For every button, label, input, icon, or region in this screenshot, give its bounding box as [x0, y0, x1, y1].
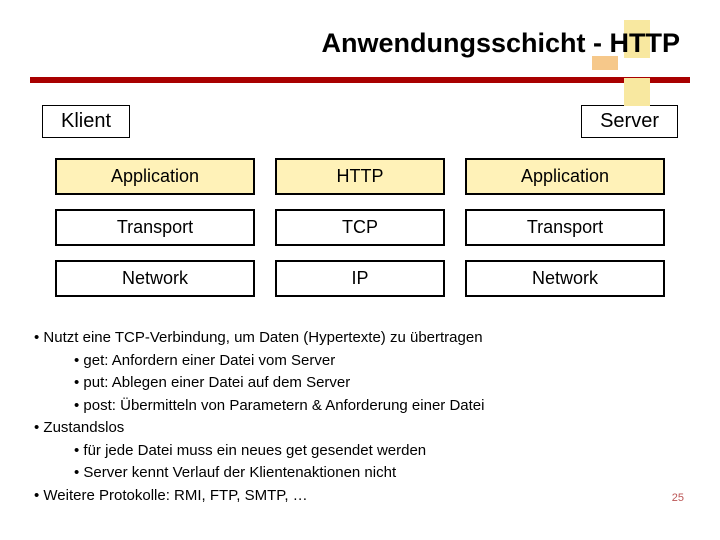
bullet: für jede Datei muss ein neues get gesend…	[74, 440, 686, 463]
cell-protocol-http: HTTP	[275, 158, 445, 195]
layer-grid: Application HTTP Application Transport T…	[55, 158, 665, 297]
bullet: post: Übermitteln von Parametern & Anfor…	[74, 395, 686, 418]
cell-server-transport: Transport	[465, 209, 665, 246]
server-label: Server	[581, 105, 678, 138]
cell-client-application: Application	[55, 158, 255, 195]
slide-number: 25	[672, 492, 684, 504]
bullet: Nutzt eine TCP-Verbindung, um Daten (Hyp…	[34, 327, 686, 350]
cell-client-transport: Transport	[55, 209, 255, 246]
bullet: get: Anfordern einer Datei vom Server	[74, 350, 686, 373]
cell-protocol-ip: IP	[275, 260, 445, 297]
client-label: Klient	[42, 105, 130, 138]
bullet-area: Nutzt eine TCP-Verbindung, um Daten (Hyp…	[0, 297, 720, 507]
title-accent-block	[624, 78, 650, 106]
bullet: Zustandslos	[34, 417, 686, 440]
bullet: Server kennt Verlauf der Klientenaktione…	[74, 462, 686, 485]
cell-server-network: Network	[465, 260, 665, 297]
cell-server-application: Application	[465, 158, 665, 195]
bullet: Weitere Protokolle: RMI, FTP, SMTP, …	[34, 485, 686, 508]
cell-protocol-tcp: TCP	[275, 209, 445, 246]
cell-client-network: Network	[55, 260, 255, 297]
bullet: put: Ablegen einer Datei auf dem Server	[74, 372, 686, 395]
slide-title: Anwendungsschicht - HTTP	[0, 28, 680, 59]
